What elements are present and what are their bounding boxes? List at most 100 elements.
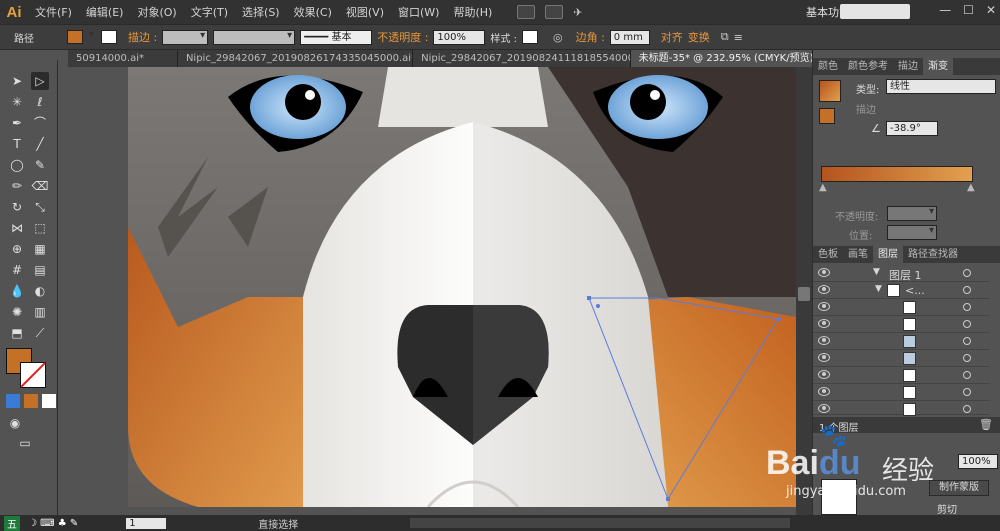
sublayer-row[interactable]	[813, 333, 989, 350]
screen-mode-icon[interactable]: ▭	[16, 434, 34, 452]
sublayer-row[interactable]	[813, 350, 989, 367]
tab-document-1[interactable]: 50914000.ai*	[68, 50, 178, 67]
visibility-eye-icon[interactable]	[818, 319, 830, 328]
gradient-tool-icon[interactable]: ▤	[31, 261, 49, 279]
visibility-eye-icon[interactable]	[818, 353, 830, 362]
layer-row[interactable]: ▼ 图层 1	[813, 265, 989, 282]
corner-label[interactable]: 边角 :	[576, 29, 605, 45]
gradient-mode-icon[interactable]	[24, 394, 38, 408]
vertical-scroll-thumb[interactable]	[798, 287, 810, 301]
bridge-icon[interactable]	[517, 5, 536, 19]
group-row[interactable]: ▼ <...	[813, 282, 989, 299]
arrange-documents-icon[interactable]	[545, 5, 564, 19]
menu-help[interactable]: 帮助(H)	[446, 4, 499, 20]
column-graph-icon[interactable]: ▥	[31, 303, 49, 321]
menu-effect[interactable]: 效果(C)	[287, 4, 339, 20]
gradient-type-select[interactable]: 线性	[886, 79, 996, 94]
sublayer-row[interactable]	[813, 316, 989, 333]
close-icon[interactable]: ✕	[986, 3, 996, 17]
maximize-icon[interactable]: ☐	[963, 3, 974, 17]
group-name[interactable]: <...	[905, 284, 925, 297]
symbol-sprayer-icon[interactable]: ✺	[8, 303, 26, 321]
lasso-icon[interactable]: ℓ	[31, 93, 49, 111]
sublayer-target-icon[interactable]	[963, 354, 971, 362]
isolate-icon[interactable]: ⧉	[721, 30, 729, 44]
shape-builder-icon[interactable]: ⊕	[8, 240, 26, 258]
menu-object[interactable]: 对象(O)	[130, 4, 183, 20]
stroke-weight-dropdown[interactable]	[162, 29, 209, 45]
visibility-eye-icon[interactable]	[818, 285, 830, 294]
tab-gradient[interactable]: 渐变	[923, 58, 953, 75]
dog-face-artwork[interactable]	[128, 67, 796, 507]
direct-selection-tool-icon[interactable]: ▷	[31, 72, 49, 90]
canvas-area[interactable]	[59, 67, 796, 515]
selection-tool-icon[interactable]: ➤	[8, 72, 26, 90]
layer-name[interactable]: 图层 1	[889, 267, 922, 283]
stroke-label[interactable]: 描边 :	[128, 29, 157, 45]
fill-color-swatch[interactable]	[67, 30, 83, 44]
ime-indicator[interactable]: 五	[4, 515, 20, 531]
draw-mode-icon[interactable]: ◉	[6, 414, 24, 432]
visibility-eye-icon[interactable]	[818, 336, 830, 345]
corner-input[interactable]: 0 mm	[609, 29, 650, 45]
transform-link[interactable]: 变换	[688, 29, 710, 45]
sublayer-row[interactable]	[813, 367, 989, 384]
gradient-location-input[interactable]	[887, 225, 937, 240]
sublayer-target-icon[interactable]	[963, 303, 971, 311]
sublayer-row[interactable]	[813, 384, 989, 401]
visibility-eye-icon[interactable]	[818, 370, 830, 379]
minimize-icon[interactable]: —	[939, 3, 951, 17]
line-tool-icon[interactable]: ╱	[31, 135, 49, 153]
type-tool-icon[interactable]: T	[8, 135, 26, 153]
color-mode-icon[interactable]	[6, 394, 20, 408]
visibility-eye-icon[interactable]	[818, 387, 830, 396]
gradient-fill-stroke-swatch[interactable]	[819, 108, 835, 124]
align-link[interactable]: 对齐	[661, 29, 683, 45]
menu-view[interactable]: 视图(V)	[339, 4, 391, 20]
tab-pathfinder[interactable]: 路径查找器	[903, 246, 963, 263]
scale-tool-icon[interactable]: ⤡	[31, 198, 49, 216]
stroke-color-swatch[interactable]	[101, 30, 117, 44]
eraser-icon[interactable]: ⌫	[31, 177, 49, 195]
tab-color[interactable]: 颜色	[813, 58, 843, 75]
menu-edit[interactable]: 编辑(E)	[79, 4, 131, 20]
magic-wand-icon[interactable]: ✳	[8, 93, 26, 111]
trash-icon[interactable]: 🗑	[979, 418, 993, 431]
artboard[interactable]	[128, 67, 796, 507]
tab-color-guide[interactable]: 颜色参考	[843, 58, 893, 75]
gpu-performance-icon[interactable]: ✈	[573, 6, 582, 19]
sublayer-row[interactable]	[813, 299, 989, 316]
sublayer-row[interactable]	[813, 401, 989, 416]
fill-dropdown[interactable]	[88, 29, 96, 45]
horizontal-scrollbar[interactable]	[410, 518, 790, 528]
stroke-swatch[interactable]	[20, 362, 46, 388]
artboard-tool-icon[interactable]: ⬒	[8, 324, 26, 342]
search-input[interactable]	[840, 4, 910, 19]
sublayer-target-icon[interactable]	[963, 388, 971, 396]
free-transform-icon[interactable]: ⬚	[31, 219, 49, 237]
style-swatch[interactable]	[521, 30, 538, 44]
gradient-stop-right[interactable]: ▲	[967, 182, 975, 193]
width-tool-icon[interactable]: ⋈	[8, 219, 26, 237]
visibility-eye-icon[interactable]	[818, 268, 830, 277]
gradient-thumbnail[interactable]	[819, 80, 841, 102]
recolor-icon[interactable]: ◎	[553, 31, 563, 44]
sublayer-target-icon[interactable]	[963, 371, 971, 379]
menu-file[interactable]: 文件(F)	[28, 4, 79, 20]
paintbrush-icon[interactable]: ✎	[31, 156, 49, 174]
group-target-icon[interactable]	[963, 286, 971, 294]
tab-stroke[interactable]: 描边	[893, 58, 923, 75]
sublayer-target-icon[interactable]	[963, 337, 971, 345]
tab-brushes[interactable]: 画笔	[843, 246, 873, 263]
visibility-eye-icon[interactable]	[818, 302, 830, 311]
gradient-stop-left[interactable]: ▲	[819, 182, 827, 193]
tab-swatches[interactable]: 色板	[813, 246, 843, 263]
none-mode-icon[interactable]	[42, 394, 56, 408]
menu-select[interactable]: 选择(S)	[235, 4, 287, 20]
layer-target-icon[interactable]	[963, 269, 971, 277]
mesh-tool-icon[interactable]: #	[8, 261, 26, 279]
opacity-label[interactable]: 不透明度 :	[377, 29, 428, 45]
rotate-tool-icon[interactable]: ↻	[8, 198, 26, 216]
variable-width-dropdown[interactable]	[213, 29, 296, 45]
gradient-slider[interactable]	[821, 166, 973, 182]
